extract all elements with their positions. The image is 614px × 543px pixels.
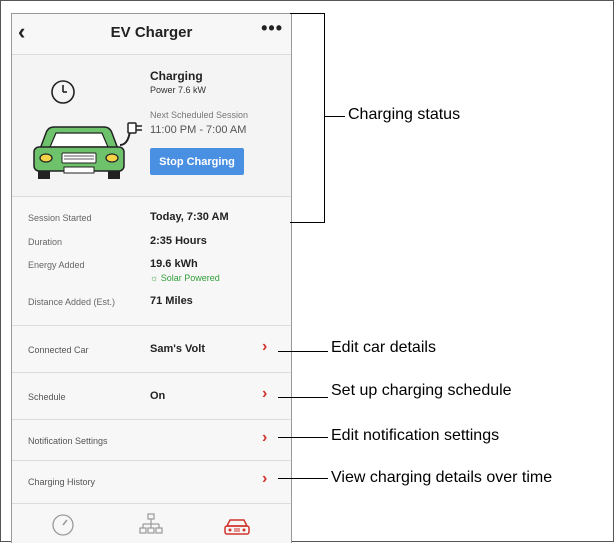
charging-status-bracket <box>290 13 325 223</box>
stop-charging-button[interactable]: Stop Charging <box>150 148 244 175</box>
car-plug-icon <box>33 122 142 179</box>
charging-power: Power 7.6 kW <box>150 85 207 95</box>
edit-car-annotation: Edit car details <box>331 339 436 356</box>
solar-powered-note: ☼ Solar Powered <box>150 273 220 283</box>
distance-value: 71 Miles <box>150 295 193 307</box>
duration-value: 2:35 Hours <box>150 235 207 247</box>
history-annotation: View charging details over time <box>331 469 553 486</box>
charging-state: Charging <box>150 69 203 83</box>
connected-car-label: Connected Car <box>28 345 89 355</box>
schedule-line <box>278 397 328 398</box>
charging-status-panel: Charging Power 7.6 kW Next Scheduled Ses… <box>12 55 291 197</box>
chevron-right-icon[interactable]: › <box>262 385 267 403</box>
next-session-label: Next Scheduled Session <box>150 110 249 120</box>
schedule-label: Schedule <box>28 392 66 402</box>
session-details: Session Started Today, 7:30 AM Duration … <box>12 197 291 326</box>
more-options-button[interactable]: ••• <box>261 18 283 39</box>
schedule-value: On <box>150 390 166 402</box>
energy-label: Energy Added <box>28 260 85 270</box>
network-icon[interactable] <box>136 510 166 540</box>
notification-settings-row[interactable]: Notification Settings › <box>12 420 291 461</box>
session-started-value: Today, 7:30 AM <box>150 211 229 223</box>
phone-screen: ‹ EV Charger ••• Charging Power 7.6 kW N… <box>11 13 292 543</box>
notification-settings-label: Notification Settings <box>28 436 108 446</box>
duration-label: Duration <box>28 237 63 247</box>
car-icon[interactable] <box>222 510 252 540</box>
charging-history-row[interactable]: Charging History › <box>12 461 291 504</box>
history-line <box>278 478 328 479</box>
charging-status-annotation: Charging status <box>348 106 461 123</box>
session-started-label: Session Started <box>28 213 92 223</box>
chevron-right-icon[interactable]: › <box>262 429 267 447</box>
schedule-annotation: Set up charging schedule <box>331 382 512 399</box>
notifications-line <box>278 437 328 438</box>
app-header: ‹ EV Charger ••• <box>12 14 291 55</box>
distance-label: Distance Added (Est.) <box>28 297 116 307</box>
schedule-row[interactable]: Schedule On › <box>12 373 291 420</box>
connected-car-value: Sam's Volt <box>150 343 205 355</box>
gauge-icon[interactable] <box>48 510 78 540</box>
page-title: EV Charger <box>110 24 193 41</box>
charging-status-line <box>325 116 345 117</box>
bottom-tab-bar <box>12 504 291 543</box>
charging-history-label: Charging History <box>28 477 96 487</box>
chevron-right-icon[interactable]: › <box>262 470 267 488</box>
edit-car-line <box>278 351 328 352</box>
connected-car-row[interactable]: Connected Car Sam's Volt › <box>12 326 291 373</box>
chevron-right-icon[interactable]: › <box>262 338 267 356</box>
energy-value: 19.6 kWh <box>150 258 198 270</box>
next-session-value: 11:00 PM - 7:00 AM <box>150 124 247 136</box>
notifications-annotation: Edit notification settings <box>331 427 500 444</box>
